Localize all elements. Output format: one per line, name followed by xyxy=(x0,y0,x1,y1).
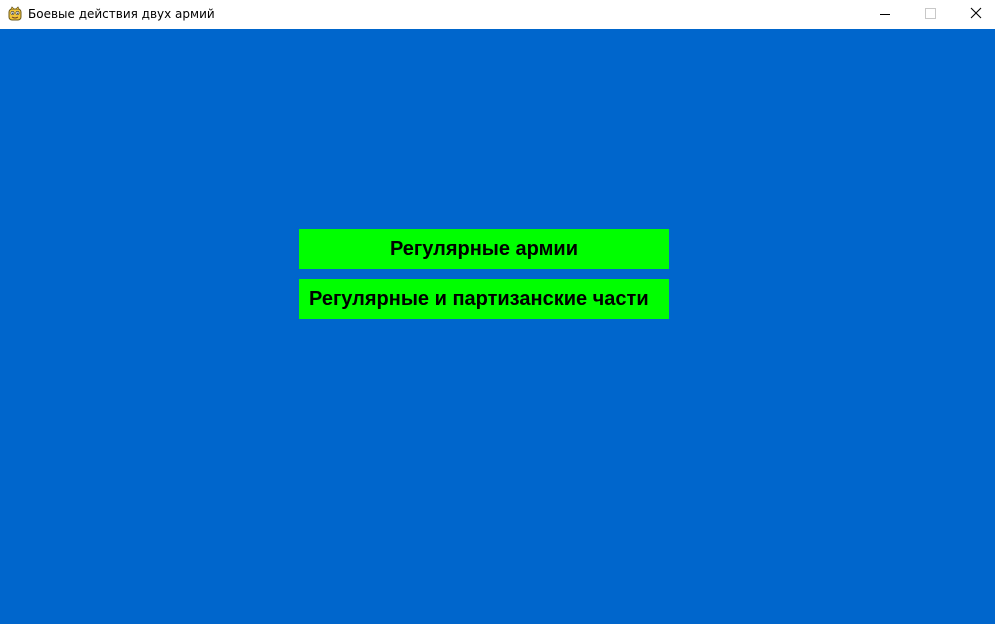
game-window: Боевые действия двух армий Регулярные ар… xyxy=(0,0,995,624)
regular-armies-button[interactable]: Регулярные армии xyxy=(299,229,669,269)
regular-and-partisan-button[interactable]: Регулярные и партизанские части xyxy=(299,279,669,319)
window-title: Боевые действия двух армий xyxy=(28,7,215,21)
close-button[interactable] xyxy=(953,0,995,29)
pygame-icon xyxy=(7,6,23,22)
close-icon xyxy=(970,7,982,19)
minimize-icon xyxy=(880,14,890,15)
maximize-button[interactable] xyxy=(908,0,954,29)
game-canvas: Регулярные армии Регулярные и партизанск… xyxy=(0,29,995,624)
minimize-button[interactable] xyxy=(862,0,908,29)
title-bar[interactable]: Боевые действия двух армий xyxy=(0,0,995,29)
maximize-icon xyxy=(925,8,936,19)
